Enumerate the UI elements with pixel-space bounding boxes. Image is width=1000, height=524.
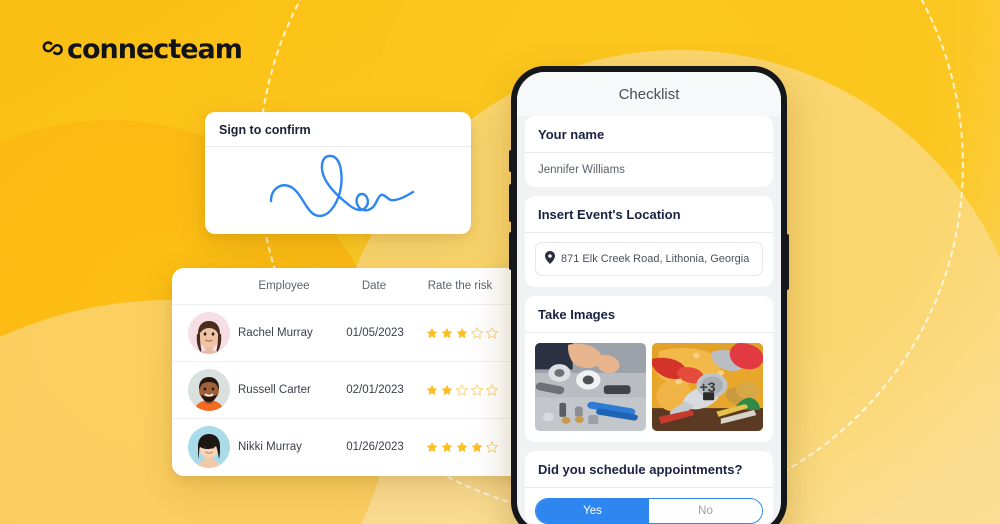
phone-volume-down-button[interactable] — [509, 232, 512, 270]
table-row[interactable]: Rachel Murray 01/05/2023 — [172, 304, 528, 361]
field-card-take-images: Take Images +3 — [525, 296, 773, 442]
star-empty-icon[interactable] — [471, 384, 483, 396]
photo-thumbnail[interactable]: +3 — [652, 343, 763, 431]
app-title: Checklist — [618, 85, 680, 103]
phone-mockup: Checklist Your name Jennifer Williams In… — [509, 66, 789, 524]
star-filled-icon[interactable] — [441, 441, 453, 453]
star-empty-icon[interactable] — [471, 327, 483, 339]
employee-risk-table-card: Employee Date Rate the risk Rachel Murra… — [172, 268, 528, 476]
table-header-row: Employee Date Rate the risk — [172, 268, 528, 304]
star-filled-icon[interactable] — [426, 384, 438, 396]
signature-pad[interactable] — [205, 147, 471, 229]
field-input-your-name[interactable]: Jennifer Williams — [525, 153, 773, 187]
photo-thumbnail[interactable] — [535, 343, 646, 431]
photo-thumbnail-list: +3 — [525, 333, 773, 442]
toggle-option-yes[interactable]: Yes — [536, 499, 649, 523]
connecteam-infinity-icon — [40, 36, 66, 63]
map-pin-icon — [545, 251, 555, 267]
star-empty-icon[interactable] — [486, 384, 498, 396]
phone-screen: Checklist Your name Jennifer Williams In… — [517, 72, 781, 524]
location-input[interactable]: 871 Elk Creek Road, Lithonia, Georgia — [535, 242, 763, 276]
photo-overflow-badge: +3 — [699, 379, 716, 395]
risk-rating-stars[interactable] — [414, 441, 510, 453]
toggle-option-no[interactable]: No — [649, 499, 762, 523]
field-label-take-images: Take Images — [525, 296, 773, 333]
star-empty-icon[interactable] — [486, 441, 498, 453]
star-empty-icon[interactable] — [456, 384, 468, 396]
photo-plumbing-tools-icon — [535, 343, 646, 431]
field-label-appointments: Did you schedule appointments? — [525, 451, 773, 488]
field-label-location: Insert Event's Location — [525, 196, 773, 233]
column-header-employee: Employee — [258, 280, 310, 292]
avatar — [188, 369, 230, 411]
field-card-appointments: Did you schedule appointments? Yes No — [525, 451, 773, 524]
yes-no-toggle[interactable]: Yes No — [535, 498, 763, 524]
risk-rating-stars[interactable] — [414, 327, 510, 339]
star-filled-icon[interactable] — [441, 384, 453, 396]
field-card-your-name: Your name Jennifer Williams — [525, 116, 773, 187]
sign-to-confirm-card: Sign to confirm — [205, 112, 471, 234]
field-value-your-name: Jennifer Williams — [538, 164, 625, 176]
star-filled-icon[interactable] — [426, 327, 438, 339]
table-row[interactable]: Nikki Murray 01/26/2023 — [172, 418, 528, 475]
connecteam-logo: connecteam — [40, 34, 243, 65]
phone-power-button[interactable] — [786, 234, 789, 290]
employee-date: 01/26/2023 — [346, 441, 404, 453]
employee-name: Rachel Murray — [238, 327, 313, 339]
phone-mute-switch[interactable] — [509, 150, 512, 172]
phone-volume-up-button[interactable] — [509, 184, 512, 222]
employee-date: 01/05/2023 — [346, 327, 404, 339]
avatar — [188, 312, 230, 354]
location-value: 871 Elk Creek Road, Lithonia, Georgia — [561, 253, 750, 265]
star-filled-icon[interactable] — [471, 441, 483, 453]
connecteam-wordmark: connecteam — [67, 34, 243, 65]
column-header-date: Date — [361, 280, 387, 292]
employee-name: Russell Carter — [238, 384, 311, 396]
sign-card-title: Sign to confirm — [205, 112, 471, 147]
employee-date: 02/01/2023 — [346, 384, 404, 396]
employee-name: Nikki Murray — [238, 441, 302, 453]
avatar — [188, 426, 230, 468]
field-card-location: Insert Event's Location 871 Elk Creek Ro… — [525, 196, 773, 287]
star-empty-icon[interactable] — [486, 327, 498, 339]
app-header: Checklist — [517, 72, 781, 116]
column-header-rate: Rate the risk — [427, 280, 493, 292]
risk-rating-stars[interactable] — [414, 384, 510, 396]
star-filled-icon[interactable] — [426, 441, 438, 453]
field-label-your-name: Your name — [525, 116, 773, 153]
checklist-form: Your name Jennifer Williams Insert Event… — [517, 116, 781, 524]
table-row[interactable]: Russell Carter 02/01/2023 — [172, 361, 528, 418]
star-filled-icon[interactable] — [456, 441, 468, 453]
star-filled-icon[interactable] — [441, 327, 453, 339]
star-filled-icon[interactable] — [456, 327, 468, 339]
